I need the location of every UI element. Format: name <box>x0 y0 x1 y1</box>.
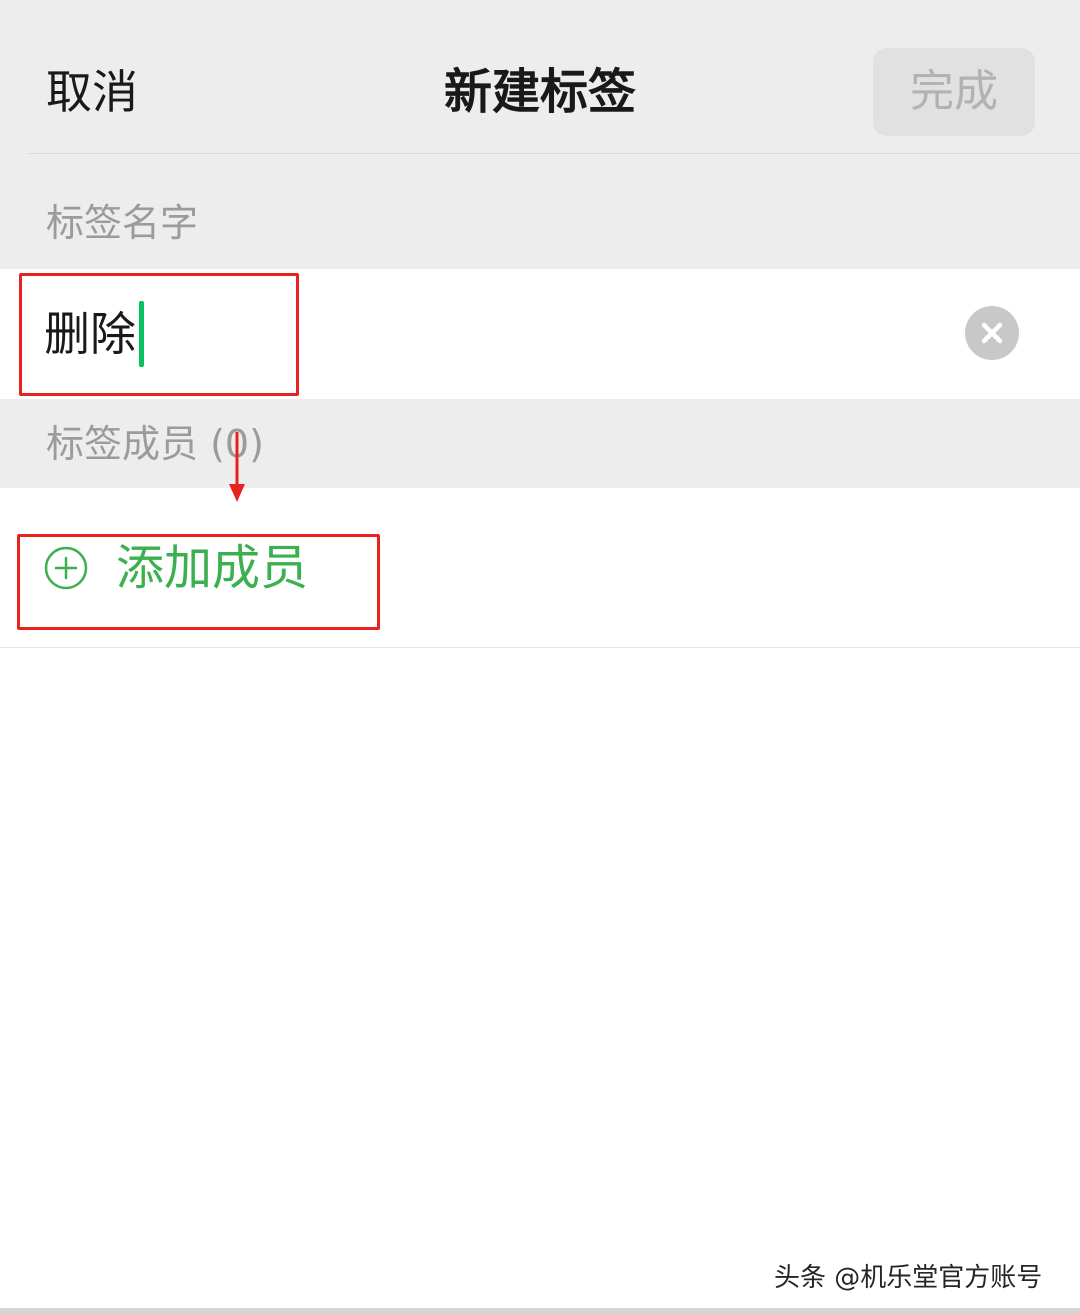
watermark-text: 头条 @机乐堂官方账号 <box>774 1263 1043 1293</box>
tag-name-section-header: 标签名字 <box>0 154 1080 269</box>
annotation-box-add-member <box>17 534 380 630</box>
navigation-bar: 取消 新建标签 完成 <box>0 0 1080 154</box>
annotation-arrow <box>229 432 245 502</box>
done-button[interactable]: 完成 <box>873 48 1035 136</box>
tag-name-section-label: 标签名字 <box>46 201 199 245</box>
clear-input-button[interactable] <box>965 306 1019 360</box>
bottom-divider <box>0 1308 1080 1314</box>
members-section-header: 标签成员 (0) <box>0 399 1080 488</box>
clear-icon <box>981 322 1003 344</box>
annotation-box-name-input <box>19 273 299 396</box>
